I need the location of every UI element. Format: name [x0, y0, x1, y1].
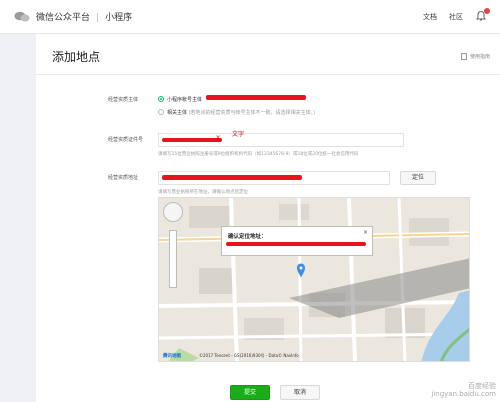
address-label: 经营资质地址: [108, 175, 139, 181]
license-label: 经营资质证件号: [108, 137, 144, 143]
cancel-button[interactable]: 取消: [280, 385, 320, 400]
option-related-subject-label: 相关主体: [167, 110, 188, 116]
watermark-line-1: 百度经验: [468, 382, 496, 390]
redacted-license-number: [162, 138, 222, 142]
confirm-location-popup: 确认定位地址： ×: [221, 226, 373, 256]
option-related-subject-hint: (若地点的经营资质与帐号主体不一致，请选择相关主体。): [188, 110, 316, 116]
doc-link[interactable]: 文档: [423, 12, 437, 22]
license-clear-icon[interactable]: X: [216, 135, 220, 142]
redacted-subject-name: [206, 95, 306, 100]
redacted-popup-address: [226, 242, 366, 246]
top-navigation-bar: 微信公众平台 | 小程序 文档 社区: [0, 0, 500, 34]
address-note: 请填写营业执照所在地址，请确认地点后定位: [158, 190, 248, 195]
map-provider-logo: 腾讯地图: [163, 354, 181, 359]
license-note: 请填写15位营业执照注册号或9位组织机构代码（如12345678-9）或18位或…: [158, 152, 359, 157]
map-copyright: ©2017 Tencent - GS(2016)930号 - Data© Nav…: [199, 353, 299, 358]
help-link[interactable]: 使用指南: [460, 53, 490, 60]
title-divider: [36, 74, 500, 75]
community-link[interactable]: 社区: [449, 12, 463, 22]
map-pan-control[interactable]: [163, 202, 183, 222]
product-name: 小程序: [105, 13, 133, 23]
document-icon: [460, 53, 467, 60]
map-zoom-slider[interactable]: [169, 230, 177, 288]
locate-button[interactable]: 定位: [400, 171, 436, 185]
redacted-address: [162, 175, 302, 180]
brand-separator: |: [96, 13, 100, 23]
page-title: 添加地点: [52, 50, 101, 64]
help-link-label: 使用指南: [469, 54, 490, 60]
radio-account-subject[interactable]: [158, 96, 164, 102]
subject-label: 经营资质主体: [108, 97, 139, 103]
annotation-label: 文字: [232, 131, 245, 138]
submit-button[interactable]: 提交: [230, 385, 270, 400]
watermark-line-2: jingyan.baidu.com: [431, 390, 496, 398]
watermark: 百度经验 jingyan.baidu.com: [431, 382, 496, 398]
option-account-subject[interactable]: 小程序帐号主体: [167, 96, 202, 103]
location-map[interactable]: 确认定位地址： × 腾讯地图 ©2017 Tencent - GS(2016)9…: [158, 197, 470, 362]
popup-title: 确认定位地址：: [228, 234, 267, 240]
map-tiles: [159, 198, 469, 361]
brand-title: 微信公众平台 | 小程序: [36, 10, 132, 23]
radio-related-subject[interactable]: [158, 109, 164, 115]
brand-name[interactable]: 微信公众平台: [36, 13, 90, 23]
notification-badge: [484, 8, 490, 14]
wechat-logo-icon[interactable]: [14, 11, 30, 22]
popup-close-icon[interactable]: ×: [363, 229, 368, 236]
option-related-subject[interactable]: 相关主体 (若地点的经营资质与帐号主体不一致，请选择相关主体。): [167, 109, 315, 116]
main-panel: 添加地点 使用指南 经营资质主体 小程序帐号主体 相关主体 (若地点的经营资质与…: [36, 34, 500, 402]
